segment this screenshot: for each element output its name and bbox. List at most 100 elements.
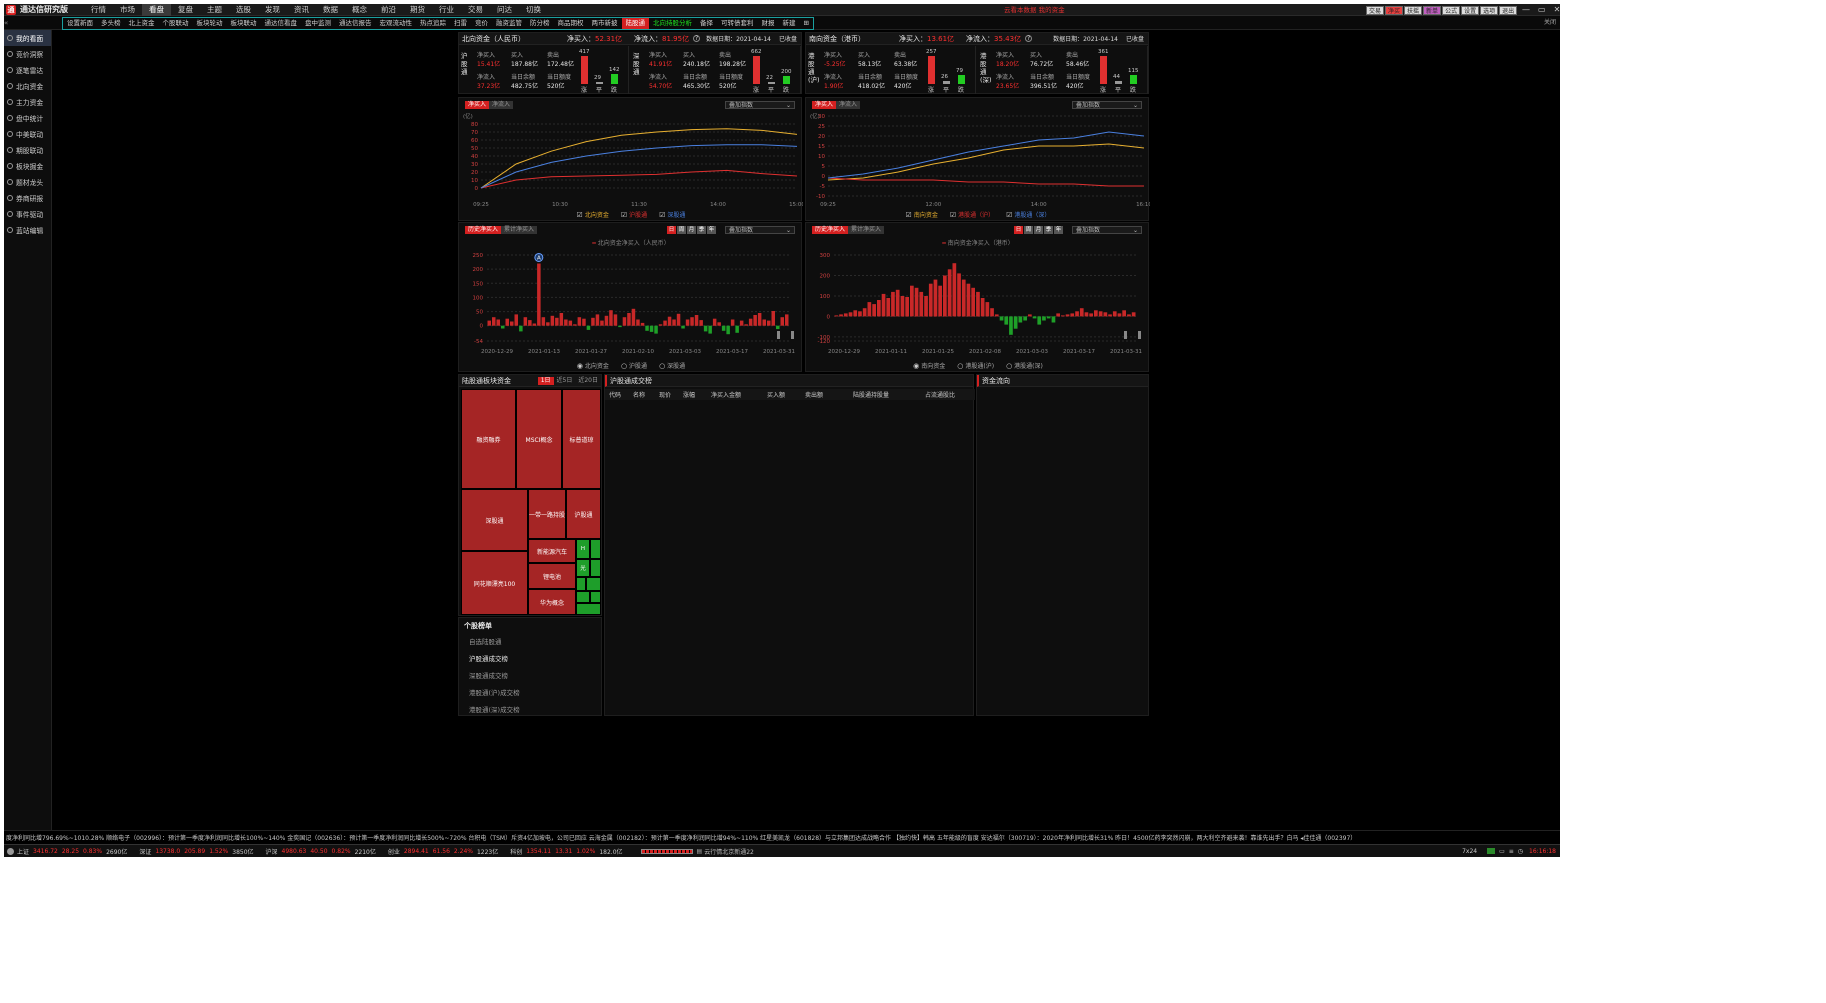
top-button[interactable]: 退出: [1499, 6, 1518, 15]
bar[interactable]: [1108, 314, 1112, 317]
main-menu-item[interactable]: 概念: [345, 4, 374, 16]
sector-tile[interactable]: H: [576, 539, 590, 559]
radio-option[interactable]: ◉ 北向资金: [577, 361, 609, 371]
bar[interactable]: [739, 320, 744, 326]
radio-icon[interactable]: ○: [659, 362, 665, 370]
sector-tile[interactable]: [576, 591, 590, 603]
bar[interactable]: [881, 293, 886, 317]
checkbox-icon[interactable]: ☑: [577, 211, 583, 219]
bar[interactable]: [703, 325, 708, 332]
sub-menu-item[interactable]: 宏观流动性: [376, 18, 417, 29]
news-ticker[interactable]: 度净利同比增796.69%~1010.28% 顺络电子（002996）：预计第一…: [4, 830, 1560, 844]
sidebar-item[interactable]: 盘中统计: [4, 110, 51, 126]
bar[interactable]: [676, 313, 681, 326]
sector-tile[interactable]: [590, 559, 601, 577]
bar[interactable]: [744, 324, 748, 326]
main-menu-item[interactable]: 行情: [84, 4, 113, 16]
period-button[interactable]: 月: [687, 226, 696, 234]
close-page-button[interactable]: 关闭: [1544, 16, 1556, 30]
sector-tile[interactable]: 深股通: [461, 489, 528, 551]
bar[interactable]: [595, 314, 600, 326]
bar[interactable]: [618, 325, 622, 328]
ranking-item[interactable]: 沪股通成交榜: [459, 651, 601, 668]
bar[interactable]: [640, 322, 645, 326]
bar[interactable]: [532, 323, 537, 326]
sidebar-item[interactable]: 期股联动: [4, 142, 51, 158]
bar[interactable]: [577, 317, 582, 326]
bar[interactable]: [853, 310, 858, 317]
bar[interactable]: [843, 313, 848, 317]
bar[interactable]: [1018, 316, 1023, 323]
sector-tile[interactable]: 华为概念: [528, 589, 576, 615]
radio-icon[interactable]: ○: [957, 362, 963, 370]
bar[interactable]: [947, 269, 952, 317]
top-button[interactable]: 设置: [1461, 6, 1480, 15]
main-menu-item[interactable]: 选股: [229, 4, 258, 16]
bar[interactable]: [1023, 316, 1027, 321]
sidebar-item[interactable]: 板块掘金: [4, 158, 51, 174]
period-button[interactable]: 年: [1054, 226, 1063, 234]
table-column-header[interactable]: 占流通股比: [921, 390, 975, 399]
sub-menu-item[interactable]: 板块轮动: [193, 18, 227, 29]
tab-net-inflow[interactable]: 净流入: [489, 101, 514, 109]
sub-menu-item[interactable]: 板块联动: [227, 18, 261, 29]
close-icon[interactable]: ✕: [1554, 4, 1560, 16]
sub-menu-item[interactable]: 财报: [758, 18, 779, 29]
bar[interactable]: [1028, 314, 1032, 317]
bar[interactable]: [1004, 316, 1009, 325]
sector-tile[interactable]: 锂电池: [528, 563, 576, 589]
bar[interactable]: [568, 320, 573, 326]
sub-menu-item[interactable]: 融资监管: [492, 18, 526, 29]
main-menu-item[interactable]: 市场: [113, 4, 142, 16]
bar[interactable]: [990, 308, 994, 317]
sub-menu-item[interactable]: 北上资金: [125, 18, 159, 29]
bar[interactable]: [685, 319, 690, 326]
legend-item[interactable]: ☑ 南向资金: [906, 210, 938, 220]
bar[interactable]: [771, 311, 776, 326]
bar[interactable]: [924, 296, 928, 317]
top-button[interactable]: 交易: [1366, 6, 1385, 15]
sub-menu-item[interactable]: 通达信看盘: [261, 18, 302, 29]
bar[interactable]: [586, 325, 591, 330]
bar[interactable]: [649, 325, 654, 332]
sub-menu-item[interactable]: 陆股通: [621, 18, 649, 29]
bar[interactable]: [943, 275, 947, 317]
sidebar-item[interactable]: 题材龙头: [4, 174, 51, 190]
sector-tile[interactable]: 沪股通: [566, 489, 601, 539]
bar[interactable]: [735, 325, 739, 333]
sector-tile[interactable]: [590, 539, 601, 559]
period-button[interactable]: 月: [1034, 226, 1043, 234]
table-column-header[interactable]: 卖出额: [801, 390, 849, 399]
sector-tile[interactable]: MSCI概念: [516, 389, 562, 489]
radio-checked-icon[interactable]: ◉: [913, 362, 919, 370]
sub-menu-item[interactable]: 防分榜: [526, 18, 554, 29]
bar[interactable]: [971, 287, 975, 317]
sub-menu-item[interactable]: 扫雷: [450, 18, 471, 29]
index-quote[interactable]: 创业 2894.41 61.56 2.24% 1223亿: [388, 847, 502, 856]
bar[interactable]: [654, 325, 658, 334]
sector-tile[interactable]: 一带一路持股: [528, 489, 566, 539]
bar[interactable]: [1127, 314, 1131, 317]
period-button[interactable]: 季: [1044, 226, 1053, 234]
tab-history-net-buy[interactable]: 历史净买入: [465, 226, 502, 234]
overlay-index-select[interactable]: 叠加指数 ⌄: [725, 226, 795, 234]
bar[interactable]: [541, 317, 546, 326]
sub-menu-item[interactable]: 可转债套利: [717, 18, 758, 29]
index-quote[interactable]: 上证 3416.72 28.25 0.83% 2690亿: [17, 847, 131, 856]
bar[interactable]: [914, 287, 919, 317]
legend-item[interactable]: ☑ 北向资金: [577, 210, 609, 220]
tab-net-buy[interactable]: 净买入: [465, 101, 490, 109]
main-menu-item[interactable]: 资讯: [287, 4, 316, 16]
bar[interactable]: [1089, 313, 1093, 317]
index-quote[interactable]: 科创 1354.11 13.31 1.02% 182.0亿: [510, 847, 626, 856]
sub-menu-item[interactable]: 北向持股分析: [649, 18, 696, 29]
bar[interactable]: [776, 325, 780, 330]
sub-menu-item[interactable]: 设置新面: [63, 18, 97, 29]
collapse-icon[interactable]: «: [4, 16, 10, 30]
bar[interactable]: [839, 314, 843, 317]
ranking-item[interactable]: 港股通(深)成交榜: [459, 702, 601, 719]
bar[interactable]: [1098, 311, 1103, 317]
bar[interactable]: [1037, 316, 1042, 325]
tab-20day[interactable]: 近20日: [575, 377, 601, 385]
table-column-header[interactable]: 买入额: [763, 390, 801, 399]
